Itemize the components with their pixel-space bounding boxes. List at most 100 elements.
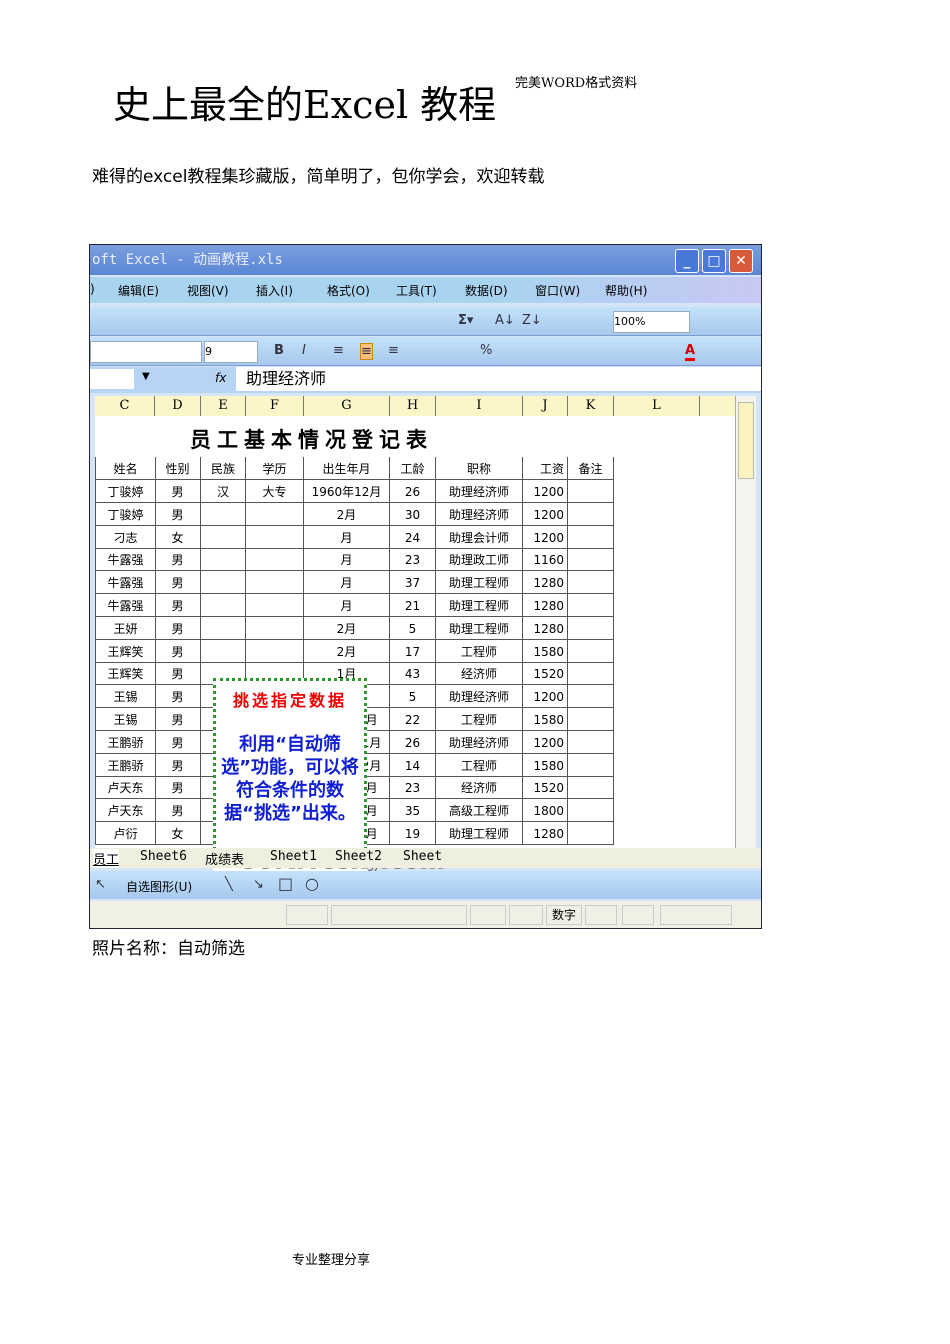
table-cell[interactable] (568, 480, 614, 503)
sort-desc-icon[interactable]: Z↓ (522, 313, 542, 328)
align-left-icon[interactable]: ≡ (333, 343, 344, 358)
sheet-tab[interactable]: Sheet1 (270, 849, 317, 864)
menu-item[interactable]: ) (90, 282, 95, 296)
table-cell[interactable]: 工程师 (436, 708, 523, 731)
table-cell[interactable]: 1520 (523, 776, 568, 800)
header-cell[interactable]: 工龄 (390, 457, 436, 480)
table-cell[interactable]: 43 (390, 662, 436, 686)
table-cell[interactable] (568, 822, 614, 845)
table-cell[interactable]: 26 (390, 480, 436, 503)
formula-input[interactable]: 助理经济师 (236, 367, 761, 391)
table-cell[interactable]: 男 (155, 776, 201, 800)
table-cell[interactable]: 大专 (246, 480, 304, 503)
column-header[interactable]: G (304, 396, 390, 416)
table-cell[interactable]: 月 (304, 594, 390, 617)
table-cell[interactable] (201, 639, 246, 663)
table-cell[interactable]: 30 (390, 502, 436, 526)
table-cell[interactable]: 男 (155, 708, 201, 731)
autoshapes-menu[interactable]: 自选图形(U) (126, 878, 192, 895)
table-cell[interactable] (568, 639, 614, 663)
table-cell[interactable]: 1580 (523, 708, 568, 731)
table-cell[interactable]: 1200 (523, 730, 568, 754)
font-color-icon[interactable]: A (685, 343, 696, 361)
sheet-tab[interactable]: 成绩表 (205, 849, 244, 868)
sheet-tab[interactable]: Sheet2 (335, 849, 382, 864)
table-cell[interactable]: 王鹏骄 (95, 753, 156, 777)
name-box-dropdown-icon[interactable]: ▼ (142, 371, 150, 382)
table-cell[interactable]: 助理经济师 (436, 502, 523, 526)
table-cell[interactable]: 助理经济师 (436, 730, 523, 754)
table-cell[interactable] (568, 662, 614, 686)
sheet-tab[interactable]: 员工 (93, 849, 120, 868)
zoom-select[interactable]: 100% (613, 311, 690, 333)
maximize-icon[interactable]: □ (702, 249, 726, 273)
table-cell[interactable]: 月 (304, 548, 390, 572)
table-cell[interactable] (568, 548, 614, 572)
table-cell[interactable]: 男 (155, 685, 201, 709)
table-cell[interactable] (246, 571, 304, 595)
table-cell[interactable] (246, 525, 304, 549)
table-cell[interactable]: 1580 (523, 753, 568, 777)
table-cell[interactable]: 助理经济师 (436, 480, 523, 503)
table-cell[interactable]: 1160 (523, 548, 568, 572)
table-cell[interactable]: 1200 (523, 502, 568, 526)
column-header[interactable]: K (568, 396, 614, 416)
font-size-select[interactable]: 9 (204, 341, 258, 363)
column-header[interactable]: L (614, 396, 700, 416)
column-header[interactable]: F (246, 396, 304, 416)
table-cell[interactable]: 1200 (523, 480, 568, 503)
table-cell[interactable]: 男 (155, 753, 201, 777)
table-cell[interactable] (568, 594, 614, 617)
table-cell[interactable]: 男 (155, 730, 201, 754)
table-cell[interactable]: 助理工程师 (436, 822, 523, 845)
arrow-icon[interactable]: ↘ (253, 877, 264, 892)
table-cell[interactable]: 1280 (523, 822, 568, 845)
table-cell[interactable]: 1960年12月 (304, 480, 390, 503)
table-cell[interactable]: 卢天东 (95, 776, 156, 800)
table-cell[interactable]: 丁骏婷 (95, 502, 156, 526)
table-cell[interactable]: 月 (304, 525, 390, 549)
table-cell[interactable] (568, 502, 614, 526)
table-cell[interactable]: 王鹏骄 (95, 730, 156, 754)
table-cell[interactable]: 1200 (523, 685, 568, 709)
table-cell[interactable]: 助理工程师 (436, 594, 523, 617)
autosum-icon[interactable]: Σ▾ (458, 313, 473, 328)
sort-asc-icon[interactable]: A↓ (495, 313, 515, 328)
table-cell[interactable] (568, 616, 614, 640)
table-cell[interactable]: 23 (390, 548, 436, 572)
table-cell[interactable]: 26 (390, 730, 436, 754)
table-cell[interactable]: 37 (390, 571, 436, 595)
menu-item[interactable]: 插入(I) (256, 282, 293, 299)
column-header[interactable]: J (523, 396, 568, 416)
table-cell[interactable]: 35 (390, 799, 436, 823)
table-cell[interactable] (568, 776, 614, 800)
vertical-scrollbar[interactable] (735, 396, 756, 850)
align-right-icon[interactable]: ≡ (388, 343, 399, 358)
table-cell[interactable]: 22 (390, 708, 436, 731)
table-cell[interactable] (201, 525, 246, 549)
header-cell[interactable]: 备注 (568, 457, 614, 480)
table-cell[interactable]: 5 (390, 685, 436, 709)
column-header[interactable]: I (436, 396, 523, 416)
table-cell[interactable]: 助理会计师 (436, 525, 523, 549)
menu-item[interactable]: 格式(O) (327, 282, 370, 299)
table-cell[interactable]: 1580 (523, 639, 568, 663)
fx-icon[interactable]: fx (215, 371, 226, 385)
table-cell[interactable] (568, 708, 614, 731)
table-cell[interactable]: 1520 (523, 662, 568, 686)
table-cell[interactable]: 1280 (523, 571, 568, 595)
table-cell[interactable] (568, 525, 614, 549)
table-cell[interactable]: 工程师 (436, 639, 523, 663)
scroll-thumb[interactable] (738, 402, 754, 479)
table-cell[interactable]: 2月 (304, 616, 390, 640)
menu-item[interactable]: 数据(D) (465, 282, 508, 299)
header-cell[interactable]: 工资 (523, 457, 568, 480)
table-cell[interactable]: 王辉笑 (95, 639, 156, 663)
table-cell[interactable]: 王锡 (95, 708, 156, 731)
menu-item[interactable]: 工具(T) (396, 282, 437, 299)
table-cell[interactable]: 23 (390, 776, 436, 800)
table-cell[interactable]: 男 (155, 502, 201, 526)
table-cell[interactable] (246, 639, 304, 663)
table-cell[interactable]: 汉 (201, 480, 246, 503)
table-cell[interactable]: 17 (390, 639, 436, 663)
